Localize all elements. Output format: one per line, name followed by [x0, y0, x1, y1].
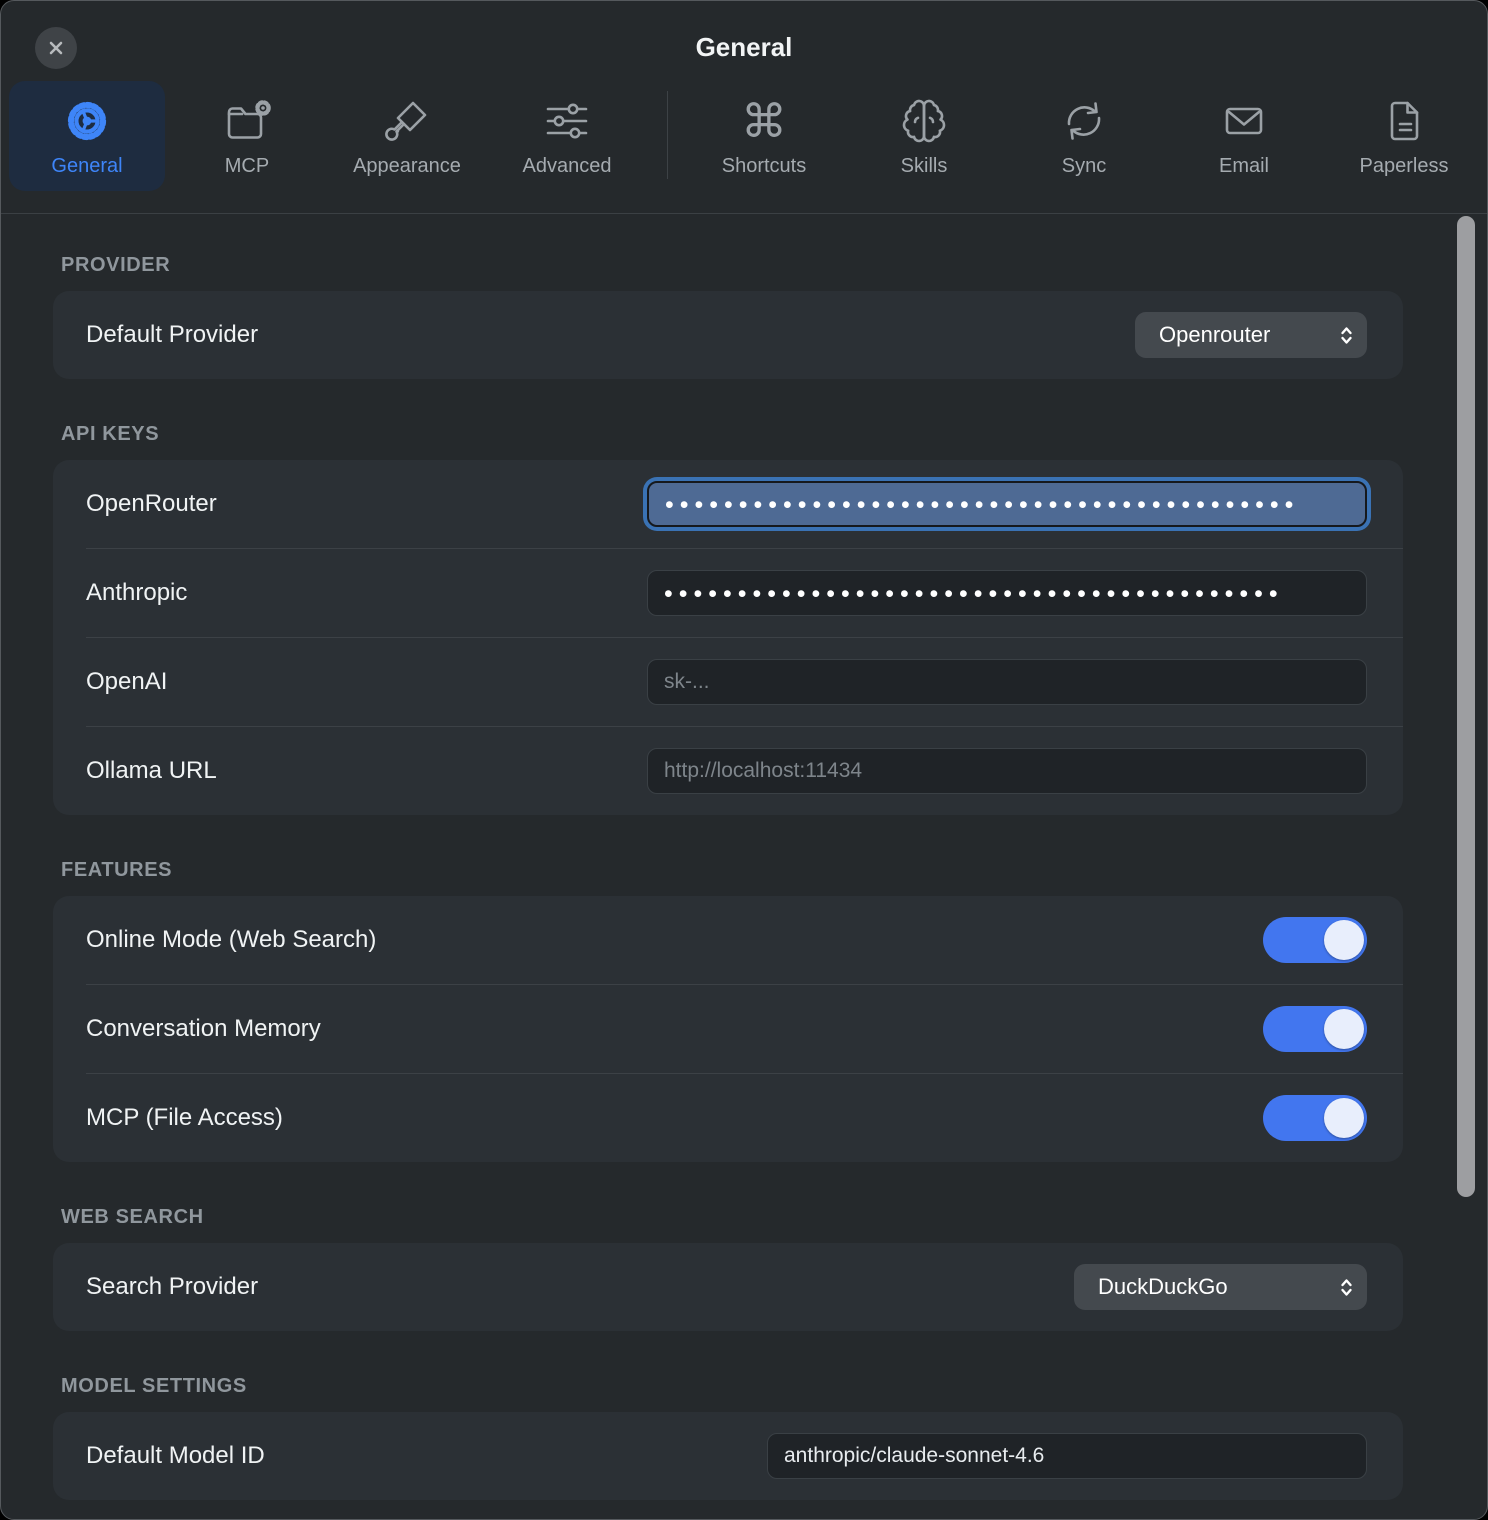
default-provider-select[interactable]: Openrouter [1135, 312, 1367, 358]
row-label: OpenRouter [86, 490, 217, 518]
select-value: DuckDuckGo [1098, 1274, 1228, 1300]
provider-card: Default Provider Openrouter [53, 291, 1403, 379]
page-title: General [1, 32, 1487, 63]
section-header: WEB SEARCH [61, 1206, 1403, 1229]
model-settings-card: Default Model ID [53, 1412, 1403, 1500]
openai-key-row: OpenAI [53, 638, 1403, 726]
tab-label: Sync [1062, 155, 1106, 178]
row-label: Online Mode (Web Search) [86, 926, 376, 954]
toggle-knob [1324, 1009, 1364, 1049]
conversation-memory-row: Conversation Memory [53, 985, 1403, 1073]
tab-general[interactable]: General [9, 81, 165, 191]
paintbrush-icon [383, 95, 431, 147]
default-model-id-input[interactable] [767, 1433, 1367, 1479]
tab-label: Appearance [353, 155, 461, 178]
tab-sync[interactable]: Sync [1006, 81, 1162, 191]
folder-gear-icon [222, 95, 272, 147]
openrouter-key-input[interactable] [647, 481, 1367, 527]
section-features: FEATURES Online Mode (Web Search) Conver… [53, 859, 1403, 1162]
toolbar-divider [667, 91, 668, 179]
section-provider: PROVIDER Default Provider Openrouter [53, 254, 1403, 379]
tab-mcp[interactable]: MCP [169, 81, 325, 191]
row-label: Default Provider [86, 321, 258, 349]
toggle-knob [1324, 1098, 1364, 1138]
conversation-memory-toggle[interactable] [1263, 1006, 1367, 1052]
chevron-up-down-icon [1340, 325, 1353, 346]
openai-key-input[interactable] [647, 659, 1367, 705]
select-value: Openrouter [1159, 322, 1270, 348]
ollama-url-row: Ollama URL [53, 727, 1403, 815]
tab-label: Advanced [523, 155, 612, 178]
section-header: FEATURES [61, 859, 1403, 882]
section-header: API KEYS [61, 423, 1403, 446]
search-provider-select[interactable]: DuckDuckGo [1074, 1264, 1367, 1310]
ollama-url-input[interactable] [647, 748, 1367, 794]
envelope-icon [1220, 95, 1268, 147]
row-label: OpenAI [86, 668, 167, 696]
titlebar: General General [1, 1, 1487, 214]
section-header: PROVIDER [61, 254, 1403, 277]
search-provider-row: Search Provider DuckDuckGo [53, 1243, 1403, 1331]
openrouter-key-row: OpenRouter [53, 460, 1403, 548]
settings-content: PROVIDER Default Provider Openrouter [1, 214, 1487, 1500]
online-mode-toggle[interactable] [1263, 917, 1367, 963]
row-label: Default Model ID [86, 1442, 265, 1470]
tab-advanced[interactable]: Advanced [489, 81, 645, 191]
tab-shortcuts[interactable]: ⌘ Shortcuts [686, 81, 842, 191]
tab-email[interactable]: Email [1166, 81, 1322, 191]
row-label: Conversation Memory [86, 1015, 321, 1043]
default-provider-row: Default Provider Openrouter [53, 291, 1403, 379]
tab-appearance[interactable]: Appearance [329, 81, 485, 191]
tab-label: General [51, 155, 122, 178]
scrollbar-thumb[interactable] [1457, 216, 1475, 1197]
api-keys-card: OpenRouter Anthropic OpenAI [53, 460, 1403, 815]
tab-label: Paperless [1360, 155, 1449, 178]
mcp-file-access-toggle[interactable] [1263, 1095, 1367, 1141]
chevron-up-down-icon [1340, 1277, 1353, 1298]
row-label: MCP (File Access) [86, 1104, 283, 1132]
tab-label: Skills [901, 155, 948, 178]
section-header: MODEL SETTINGS [61, 1375, 1403, 1398]
section-web-search: WEB SEARCH Search Provider DuckDuckGo [53, 1206, 1403, 1331]
gear-icon [63, 95, 111, 147]
anthropic-key-input[interactable] [647, 570, 1367, 616]
web-search-card: Search Provider DuckDuckGo [53, 1243, 1403, 1331]
tab-label: Shortcuts [722, 155, 806, 178]
toolbar: General MCP [9, 81, 1486, 191]
document-icon [1380, 95, 1428, 147]
tab-label: MCP [225, 155, 269, 178]
row-label: Ollama URL [86, 757, 217, 785]
sync-arrows-icon [1060, 95, 1108, 147]
tab-paperless[interactable]: Paperless [1326, 81, 1482, 191]
toggle-knob [1324, 920, 1364, 960]
mcp-file-access-row: MCP (File Access) [53, 1074, 1403, 1162]
anthropic-key-row: Anthropic [53, 549, 1403, 637]
tab-skills[interactable]: Skills [846, 81, 1002, 191]
tab-label: Email [1219, 155, 1269, 178]
online-mode-row: Online Mode (Web Search) [53, 896, 1403, 984]
section-api-keys: API KEYS OpenRouter Anthropic [53, 423, 1403, 815]
default-model-id-row: Default Model ID [53, 1412, 1403, 1500]
settings-window: General General [0, 0, 1488, 1520]
brain-icon [900, 95, 948, 147]
features-card: Online Mode (Web Search) Conversation Me… [53, 896, 1403, 1162]
sliders-icon [542, 95, 592, 147]
row-label: Search Provider [86, 1273, 258, 1301]
command-icon: ⌘ [741, 95, 787, 147]
section-model-settings: MODEL SETTINGS Default Model ID [53, 1375, 1403, 1500]
row-label: Anthropic [86, 579, 187, 607]
